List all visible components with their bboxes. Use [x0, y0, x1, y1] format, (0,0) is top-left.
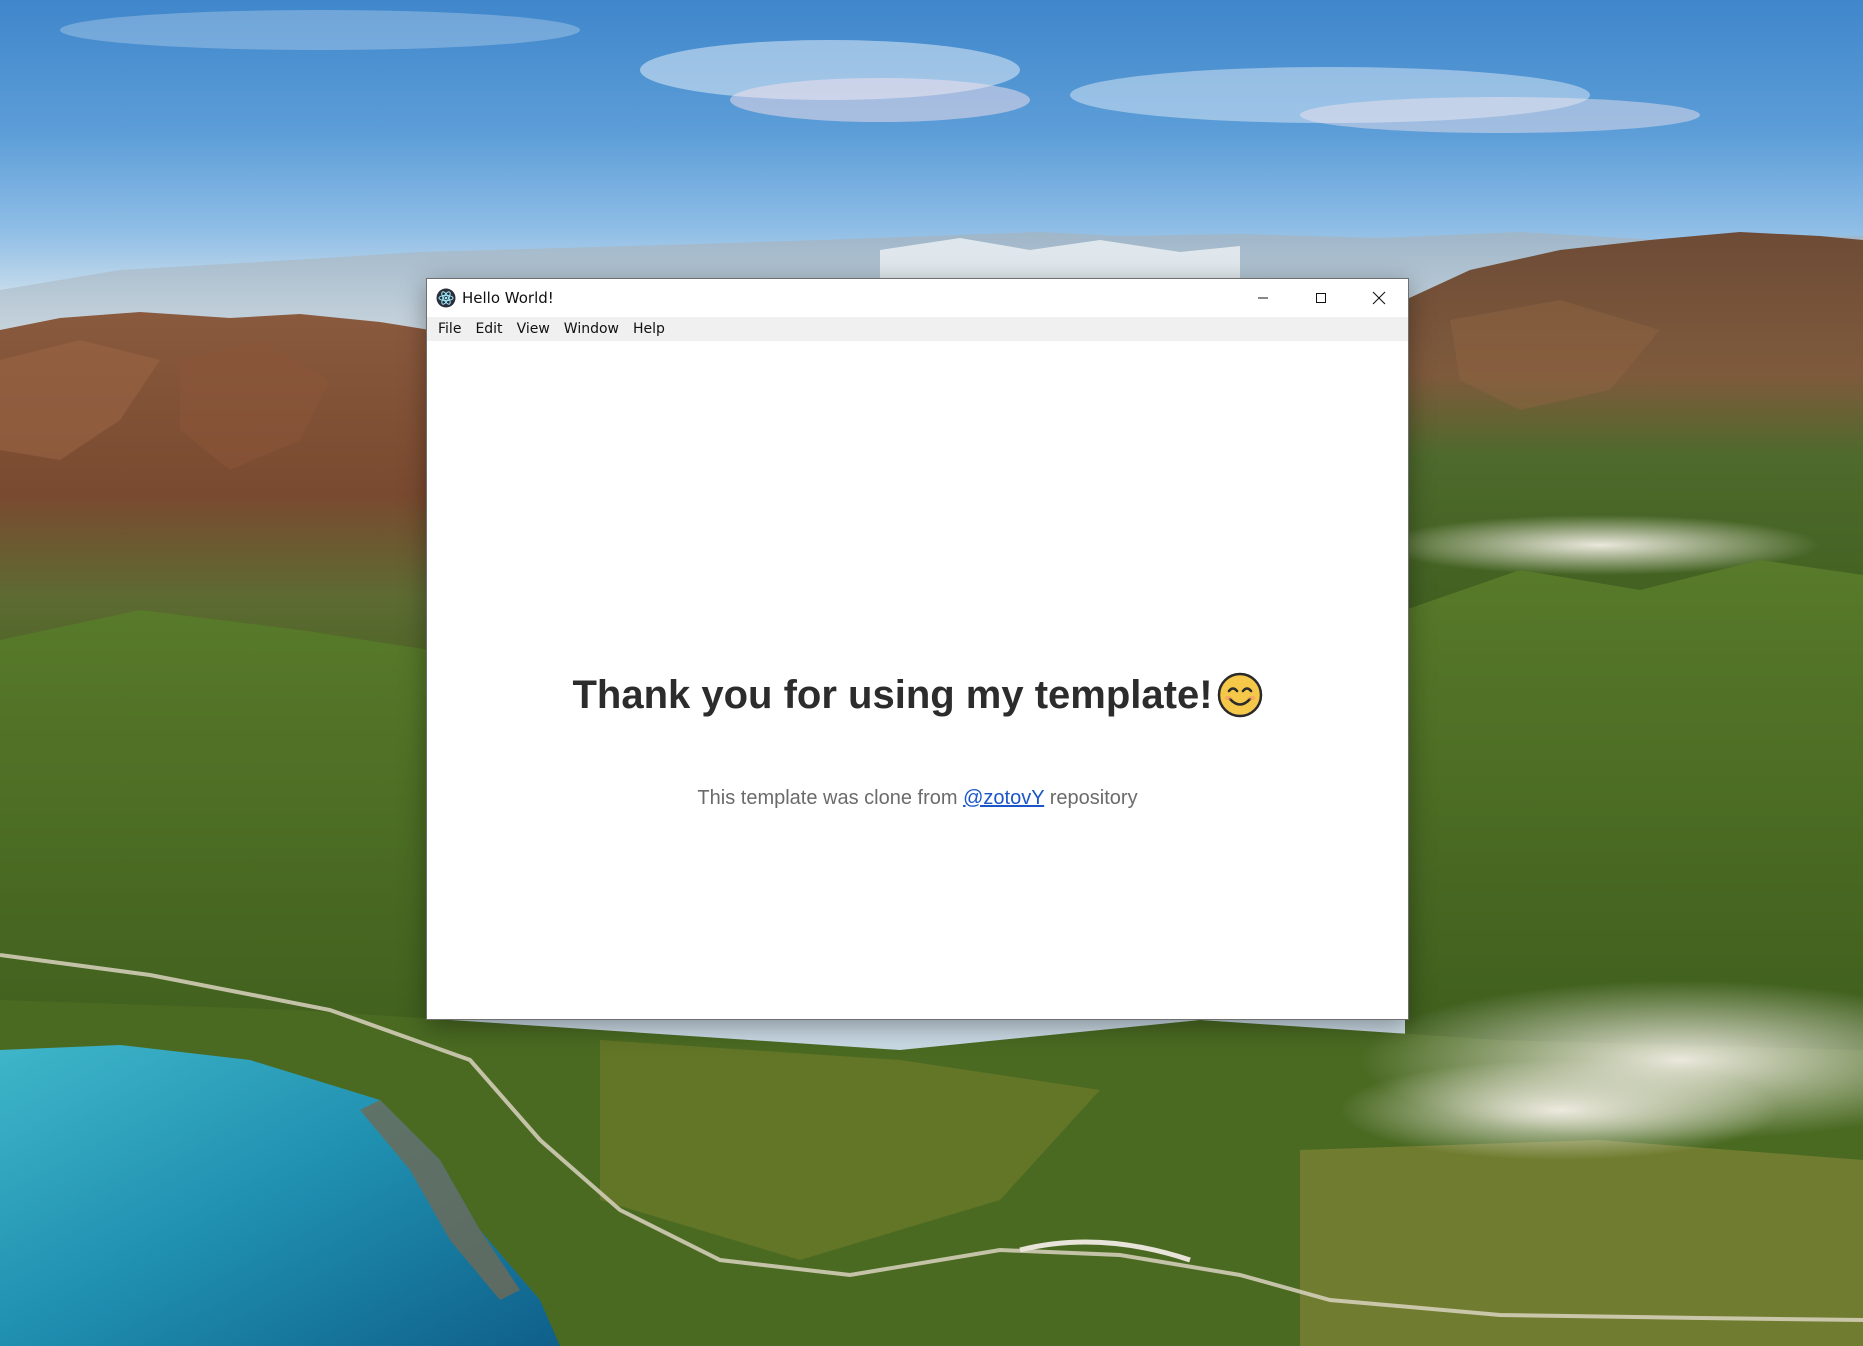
headline: Thank you for using my template! — [427, 672, 1408, 718]
menu-file[interactable]: File — [431, 318, 468, 340]
window-title: Hello World! — [462, 289, 554, 307]
maximize-button[interactable] — [1292, 279, 1350, 317]
headline-text: Thank you for using my template! — [572, 673, 1213, 717]
close-icon — [1372, 291, 1386, 305]
minimize-button[interactable] — [1234, 279, 1292, 317]
menu-help[interactable]: Help — [626, 318, 672, 340]
main-content: Thank you for using my template! This te… — [427, 341, 1408, 1019]
minimize-icon — [1258, 297, 1268, 299]
attribution-suffix: repository — [1049, 787, 1138, 809]
menu-bar: File Edit View Window Help — [427, 317, 1408, 341]
app-window: Hello World! File Edit View Window Help … — [426, 278, 1409, 1020]
menu-window[interactable]: Window — [557, 318, 626, 340]
author-link[interactable]: @zotovY — [963, 787, 1044, 809]
electron-atom-icon — [436, 288, 456, 308]
close-button[interactable] — [1350, 279, 1408, 317]
attribution-text: This template was clone from @zotovY rep… — [427, 787, 1408, 810]
attribution-prefix: This template was clone from — [697, 787, 958, 809]
maximize-icon — [1316, 293, 1326, 303]
menu-edit[interactable]: Edit — [468, 318, 509, 340]
title-bar[interactable]: Hello World! — [427, 279, 1408, 317]
smiling-face-icon — [1217, 672, 1262, 718]
menu-view[interactable]: View — [510, 318, 557, 340]
